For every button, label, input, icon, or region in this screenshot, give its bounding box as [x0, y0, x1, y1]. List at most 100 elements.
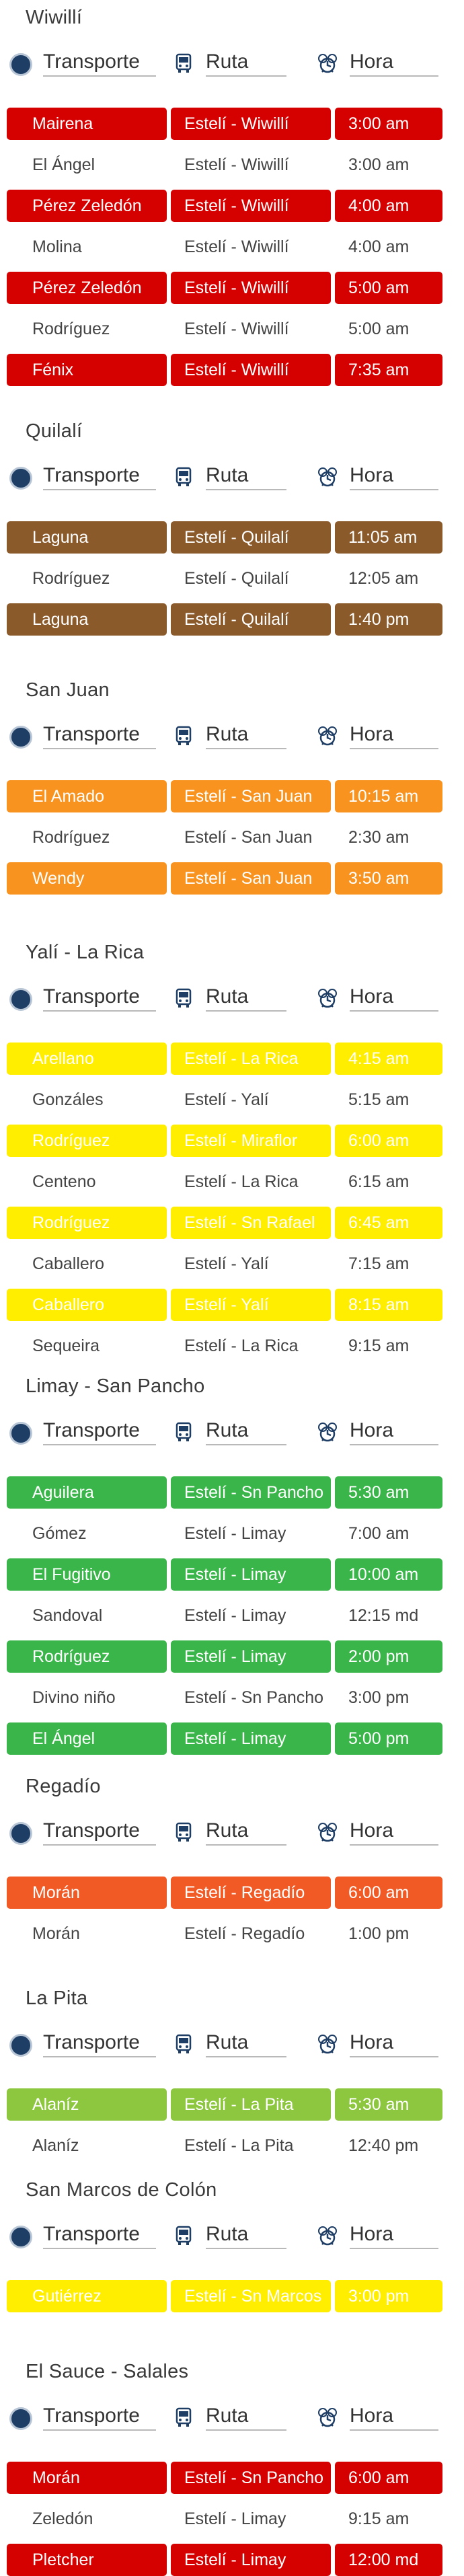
- route-cell: Estelí - La Pita: [171, 2088, 331, 2121]
- time-cell: 12:00 md: [335, 2544, 442, 2576]
- section-title: Yalí - La Rica: [26, 942, 145, 963]
- time-cell: 12:15 md: [348, 1606, 419, 1625]
- route-cell: Estelí - Limay: [171, 1722, 331, 1755]
- header-underline: [206, 1844, 286, 1846]
- header-underline: [206, 748, 286, 749]
- header-underline: [43, 489, 156, 490]
- header-underline: [350, 2056, 438, 2057]
- route-cell: Estelí - Wiwillí: [171, 272, 331, 304]
- header-underline: [43, 2429, 156, 2431]
- transport-header-label: Transporte: [43, 1819, 140, 1842]
- table-row: Laguna Estelí - Quilalí 11:05 am: [7, 521, 442, 554]
- clock-icon: [316, 987, 339, 1010]
- table-row: Morán Estelí - Regadío 6:00 am: [7, 1877, 442, 1909]
- route-header-label: Ruta: [206, 2223, 249, 2245]
- route-cell: Estelí - La Rica: [184, 1172, 299, 1191]
- header-underline: [43, 748, 156, 749]
- time-header-label: Hora: [350, 1419, 394, 1441]
- transport-cell: Centeno: [32, 1172, 96, 1191]
- time-cell: 4:15 am: [335, 1043, 442, 1075]
- transport-cell: El Ángel: [7, 1722, 167, 1755]
- transport-cell: Laguna: [7, 521, 167, 554]
- bullet-circle-icon: [9, 1822, 32, 1845]
- route-cell: Estelí - Miraflor: [171, 1125, 331, 1157]
- clock-icon: [316, 2033, 339, 2055]
- header-underline: [206, 2056, 286, 2057]
- time-cell: 5:30 am: [335, 1476, 442, 1509]
- time-cell: 7:15 am: [348, 1254, 410, 1273]
- table-row: Fénix Estelí - Wiwillí 7:35 am: [7, 354, 442, 386]
- route-cell: Estelí - La Rica: [171, 1043, 331, 1075]
- bullet-circle-icon: [9, 467, 32, 490]
- bullet-circle-icon: [9, 2034, 32, 2057]
- transport-cell: Gutiérrez: [7, 2280, 167, 2312]
- route-cell: Estelí - San Juan: [171, 862, 331, 895]
- bus-icon: [172, 1420, 195, 1443]
- table-row: Morán Estelí - Sn Pancho 6:00 am: [7, 2462, 442, 2494]
- header-underline: [206, 1444, 286, 1445]
- bullet-circle-icon: [9, 726, 32, 749]
- transport-cell: Rodríguez: [32, 569, 110, 588]
- time-cell: 9:15 am: [348, 1336, 410, 1355]
- time-cell: 11:05 am: [335, 521, 442, 554]
- clock-icon: [316, 724, 339, 747]
- time-header-label: Hora: [350, 2404, 394, 2427]
- time-header-label: Hora: [350, 2031, 394, 2053]
- time-cell: 5:00 am: [348, 319, 410, 338]
- transport-cell: Fénix: [7, 354, 167, 386]
- header-underline: [206, 2248, 286, 2249]
- table-row: Alaníz Estelí - La Pita 12:40 pm: [7, 2129, 442, 2162]
- table-row: Gómez Estelí - Limay 7:00 am: [7, 1517, 442, 1550]
- transport-cell: Rodríguez: [32, 319, 110, 338]
- header-underline: [206, 1010, 286, 1012]
- transport-header-label: Transporte: [43, 464, 140, 486]
- table-row: Wendy Estelí - San Juan 3:50 am: [7, 862, 442, 895]
- header-underline: [206, 489, 286, 490]
- transport-cell: Laguna: [7, 603, 167, 636]
- transport-cell: Arellano: [7, 1043, 167, 1075]
- route-cell: Estelí - Limay: [171, 1558, 331, 1591]
- route-header-label: Ruta: [206, 2031, 249, 2053]
- route-cell: Estelí - Wiwillí: [184, 155, 289, 174]
- table-row: El Fugitivo Estelí - Limay 10:00 am: [7, 1558, 442, 1591]
- header-underline: [350, 748, 438, 749]
- transport-cell: Caballero: [7, 1289, 167, 1321]
- table-row: Caballero Estelí - Yalí 7:15 am: [7, 1248, 442, 1280]
- table-row: Rodríguez Estelí - Sn Rafael 6:45 am: [7, 1207, 442, 1239]
- route-cell: Estelí - Yalí: [184, 1254, 269, 1273]
- clock-icon: [316, 1420, 339, 1443]
- route-cell: Estelí - Limay: [171, 2544, 331, 2576]
- header-underline: [350, 2429, 438, 2431]
- route-cell: Estelí - Yalí: [171, 1289, 331, 1321]
- transport-cell: Aguilera: [7, 1476, 167, 1509]
- route-cell: Estelí - Quilalí: [171, 521, 331, 554]
- time-cell: 7:00 am: [348, 1524, 410, 1543]
- bus-icon: [172, 2033, 195, 2055]
- route-cell: Estelí - Sn Pancho: [171, 2462, 331, 2494]
- time-cell: 1:00 pm: [348, 1924, 410, 1943]
- table-row: Rodríguez Estelí - Wiwillí 5:00 am: [7, 313, 442, 345]
- header-underline: [350, 1444, 438, 1445]
- time-cell: 5:30 am: [335, 2088, 442, 2121]
- time-cell: 9:15 am: [348, 2509, 410, 2528]
- transport-cell: Morán: [7, 1877, 167, 1909]
- clock-icon: [316, 52, 339, 75]
- bullet-circle-icon: [9, 988, 32, 1011]
- transport-cell: Zeledón: [32, 2509, 93, 2528]
- route-cell: Estelí - Sn Pancho: [184, 1688, 324, 1707]
- time-cell: 1:40 pm: [335, 603, 442, 636]
- time-cell: 3:50 am: [335, 862, 442, 895]
- transport-header-label: Transporte: [43, 50, 140, 73]
- table-row: Sequeira Estelí - La Rica 9:15 am: [7, 1330, 442, 1362]
- transport-cell: Rodríguez: [32, 828, 110, 847]
- time-cell: 3:00 am: [348, 155, 410, 174]
- table-row: El Ángel Estelí - Wiwillí 3:00 am: [7, 149, 442, 181]
- transport-header-label: Transporte: [43, 2404, 140, 2427]
- transport-cell: Pérez Zeledón: [7, 190, 167, 222]
- time-cell: 6:00 am: [335, 2462, 442, 2494]
- table-row: Pletcher Estelí - Limay 12:00 md: [7, 2544, 442, 2576]
- route-cell: Estelí - San Juan: [171, 780, 331, 812]
- time-cell: 10:15 am: [335, 780, 442, 812]
- column-header: Transporte Ruta Hora: [0, 1419, 464, 1453]
- transport-cell: Mairena: [7, 108, 167, 140]
